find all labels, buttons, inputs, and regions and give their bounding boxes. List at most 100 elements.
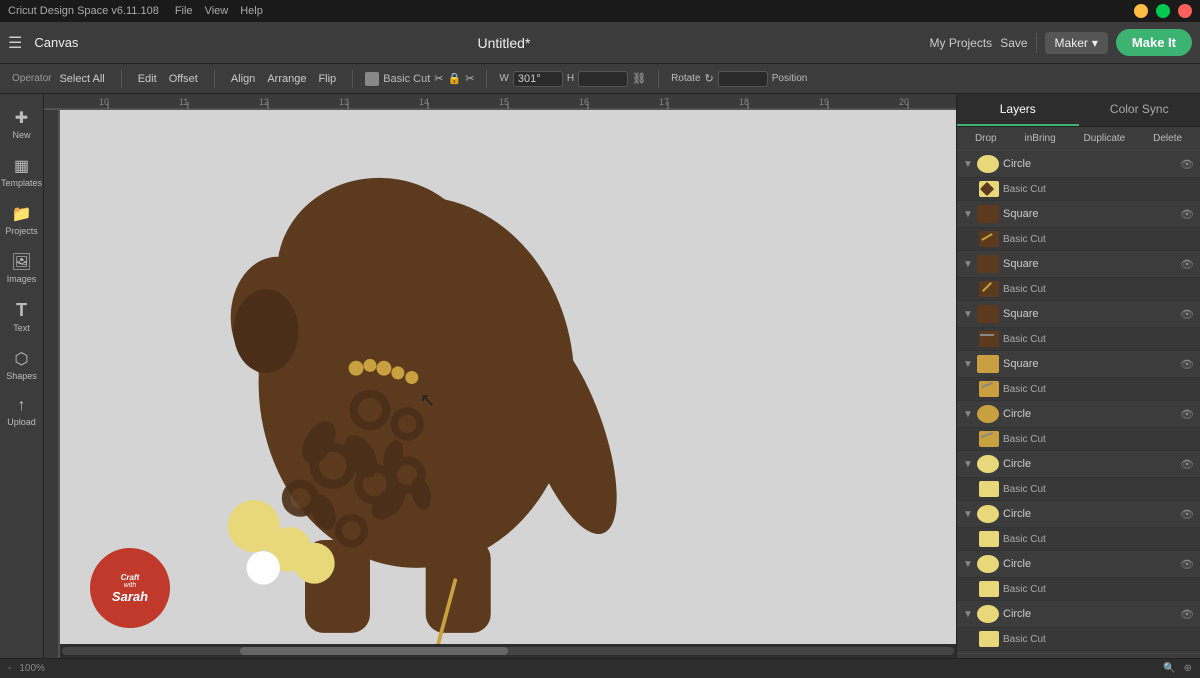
layer-icon-square-2 — [977, 255, 999, 273]
save-button[interactable]: Save — [1000, 36, 1027, 50]
toolbar-edit[interactable]: Edit — [134, 71, 161, 87]
layer-sub-circle-1[interactable]: Basic Cut — [957, 178, 1200, 201]
new-icon: ✚ — [15, 108, 28, 128]
layer-arrow-9: ▼ — [963, 559, 973, 570]
layer-visibility-1[interactable]: 👁 — [1180, 158, 1194, 171]
toolbar-operator-label: Operator — [12, 73, 51, 84]
panel-inbring-btn[interactable]: inBring — [1021, 131, 1060, 146]
text-icon: T — [16, 300, 27, 321]
sidebar-item-projects[interactable]: 📁 Projects — [3, 198, 41, 242]
titlebar: Cricut Design Space v6.11.108 File View … — [0, 0, 1200, 22]
layer-icon-circle-3 — [977, 455, 999, 473]
layer-sub-icon-1 — [979, 181, 999, 197]
layer-item-circle-5[interactable]: ▼ Circle 👁 — [957, 551, 1200, 578]
layer-visibility-3[interactable]: 👁 — [1180, 258, 1194, 271]
layer-visibility-2[interactable]: 👁 — [1180, 208, 1194, 221]
tab-color-sync[interactable]: Color Sync — [1079, 94, 1200, 126]
toolbar-edit-group: Edit Offset — [130, 71, 206, 87]
panel-delete-btn[interactable]: Delete — [1149, 131, 1186, 146]
toolbar-height-input[interactable] — [578, 71, 628, 87]
layer-sub-icon-3 — [979, 281, 999, 297]
sidebar-item-upload-label: Upload — [7, 417, 36, 427]
layer-visibility-9[interactable]: 👁 — [1180, 558, 1194, 571]
toolbar-sep-1 — [121, 70, 122, 88]
layer-item-circle-6[interactable]: ▼ Circle 👁 — [957, 601, 1200, 628]
canvas-area[interactable]: ↖ Craft with Sarah — [60, 110, 956, 658]
layer-sub-circle-5[interactable]: Basic Cut — [957, 578, 1200, 601]
scroll-thumb-horizontal[interactable] — [240, 647, 508, 655]
toolbar-size-h-label: H — [567, 73, 574, 84]
svg-text:11: 11 — [179, 97, 188, 107]
make-it-button[interactable]: Make It — [1116, 29, 1192, 56]
layer-sub-square-1[interactable]: Basic Cut — [957, 228, 1200, 251]
sidebar-item-shapes-label: Shapes — [6, 371, 37, 381]
maximize-button[interactable] — [1156, 4, 1170, 18]
layer-name-circle-4: Circle — [1003, 508, 1176, 520]
zoom-icon[interactable]: 🔍 — [1163, 663, 1175, 674]
layer-sub-circle-3[interactable]: Basic Cut — [957, 478, 1200, 501]
layer-sub-circle-2[interactable]: Basic Cut — [957, 428, 1200, 451]
layer-sub-square-2[interactable]: Basic Cut — [957, 278, 1200, 301]
layer-visibility-6[interactable]: 👁 — [1180, 408, 1194, 421]
toolbar-select-all[interactable]: Select All — [55, 71, 108, 87]
sidebar-item-new[interactable]: ✚ New — [3, 102, 41, 146]
menu-file[interactable]: File — [175, 5, 193, 17]
layer-item-circle-4[interactable]: ▼ Circle 👁 — [957, 501, 1200, 528]
layer-item-square-1[interactable]: ▼ Square 👁 — [957, 201, 1200, 228]
sidebar-item-upload[interactable]: ↑ Upload — [3, 391, 41, 433]
layer-sub-square-3[interactable]: Basic Cut — [957, 328, 1200, 351]
sidebar-item-shapes[interactable]: ⬡ Shapes — [3, 343, 41, 387]
layer-item-circle-1[interactable]: ▼ Circle 👁 — [957, 151, 1200, 178]
design-illustration — [100, 150, 640, 658]
canvas-label: Canvas — [34, 35, 78, 50]
layer-item-circle-3[interactable]: ▼ Circle 👁 — [957, 451, 1200, 478]
toolbar-rotate-input[interactable] — [718, 71, 768, 87]
layer-visibility-5[interactable]: 👁 — [1180, 358, 1194, 371]
menu-view[interactable]: View — [205, 5, 229, 17]
toolbar-flip[interactable]: Flip — [314, 71, 340, 87]
layer-item-square-4[interactable]: ▼ Square 👁 — [957, 351, 1200, 378]
right-panel: Layers Color Sync Drop inBring Duplicate… — [956, 94, 1200, 678]
layer-sub-label-2: Basic Cut — [1003, 234, 1046, 245]
close-button[interactable] — [1178, 4, 1192, 18]
layer-arrow-7: ▼ — [963, 459, 973, 470]
layer-visibility-4[interactable]: 👁 — [1180, 308, 1194, 321]
panel-drop-btn[interactable]: Drop — [971, 131, 1001, 146]
panel-duplicate-btn[interactable]: Duplicate — [1080, 131, 1130, 146]
toolbar-width-input[interactable] — [513, 71, 563, 87]
toolbar-rotate-group: Rotate ↻ Position — [667, 71, 811, 87]
layer-visibility-7[interactable]: 👁 — [1180, 458, 1194, 471]
layer-sub-circle-6[interactable]: Basic Cut — [957, 628, 1200, 651]
toolbar-arrange[interactable]: Arrange — [263, 71, 310, 87]
layer-arrow-3: ▼ — [963, 259, 973, 270]
hamburger-menu[interactable]: ☰ — [8, 33, 22, 53]
layer-visibility-10[interactable]: 👁 — [1180, 608, 1194, 621]
sidebar-item-text[interactable]: T Text — [3, 294, 41, 339]
watermark: Craft with Sarah — [90, 548, 170, 628]
toolbar-sep-2 — [214, 70, 215, 88]
horizontal-scrollbar[interactable] — [60, 644, 956, 658]
toolbar-offset[interactable]: Offset — [165, 71, 202, 87]
layer-item-square-2[interactable]: ▼ Square 👁 — [957, 251, 1200, 278]
sidebar-item-templates[interactable]: ▦ Templates — [3, 150, 41, 194]
maker-button[interactable]: Maker ▾ — [1045, 32, 1108, 54]
minimize-button[interactable] — [1134, 4, 1148, 18]
layer-item-square-3[interactable]: ▼ Square 👁 — [957, 301, 1200, 328]
layer-icon-circle-4 — [977, 505, 999, 523]
zoom-circle-icon[interactable]: ⊕ — [1184, 663, 1192, 674]
sidebar-item-images[interactable]: 🖼 Images — [3, 246, 41, 290]
menu-help[interactable]: Help — [240, 5, 263, 17]
toolbar-operator-group: Operator Select All — [8, 71, 113, 87]
toolbar-align-group: Align Arrange Flip — [223, 71, 344, 87]
toolbar-align[interactable]: Align — [227, 71, 259, 87]
scroll-track-horizontal — [62, 647, 954, 655]
layer-sub-circle-4[interactable]: Basic Cut — [957, 528, 1200, 551]
my-projects-button[interactable]: My Projects — [930, 36, 993, 50]
layer-item-circle-2[interactable]: ▼ Circle 👁 — [957, 401, 1200, 428]
window-controls — [1134, 4, 1192, 18]
layer-sub-square-4[interactable]: Basic Cut — [957, 378, 1200, 401]
layer-visibility-8[interactable]: 👁 — [1180, 508, 1194, 521]
tab-layers[interactable]: Layers — [957, 94, 1079, 126]
panel-toolbar: Drop inBring Duplicate Delete — [957, 127, 1200, 151]
basic-cut-swatch — [365, 72, 379, 86]
